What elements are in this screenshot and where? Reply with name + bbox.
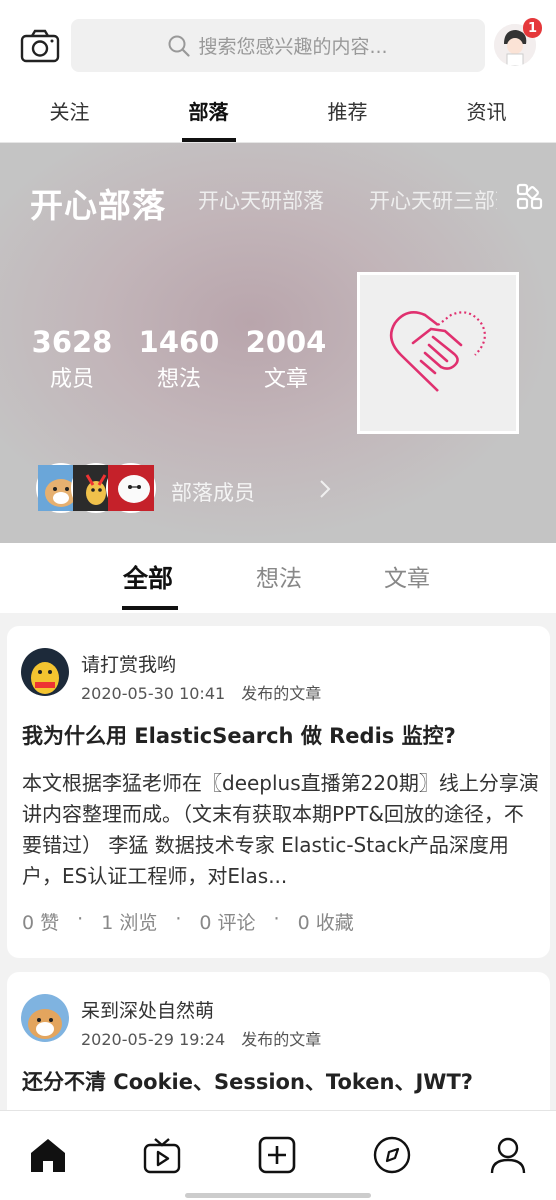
- camera-icon[interactable]: [20, 28, 60, 64]
- video-icon[interactable]: [142, 1135, 182, 1175]
- stat-value: 1460: [138, 325, 220, 359]
- content-filter-tabs: 全部 想法 文章: [0, 543, 556, 613]
- search-icon: [168, 35, 191, 57]
- tab-tribe[interactable]: 部落: [139, 90, 278, 142]
- active-tab-indicator: [122, 606, 178, 610]
- home-icon[interactable]: [28, 1135, 68, 1175]
- stat-value: 3628: [31, 325, 113, 359]
- tribe-switch-item[interactable]: 开心天研部落: [198, 185, 324, 215]
- tribe-switch-item[interactable]: 开心天研三部落: [369, 185, 497, 215]
- post-time: 2020-05-29 19:24: [81, 1030, 226, 1049]
- separator-dot: ·: [175, 908, 182, 930]
- main-tabs: 关注 部落 推荐 资讯: [0, 90, 556, 143]
- handshake-heart-icon: [389, 311, 486, 392]
- compass-icon[interactable]: [372, 1135, 412, 1175]
- author-avatar[interactable]: [21, 648, 69, 696]
- top-bar: 搜索您感兴趣的内容... 1: [0, 0, 556, 90]
- author-name[interactable]: 呆到深处自然萌: [81, 996, 214, 1023]
- tribe-members-row[interactable]: 部落成员: [36, 463, 336, 515]
- post-kind: 发布的文章: [241, 684, 322, 703]
- separator-dot: ·: [273, 908, 280, 930]
- tab-articles[interactable]: 文章: [384, 559, 430, 593]
- likes-count[interactable]: 0 赞: [22, 908, 59, 935]
- stat-label: 文章: [263, 367, 308, 392]
- stat-value: 2004: [245, 325, 327, 359]
- bottom-nav: [0, 1110, 556, 1200]
- search-input[interactable]: 搜索您感兴趣的内容...: [71, 19, 485, 72]
- tab-recommend[interactable]: 推荐: [278, 90, 417, 142]
- author-avatar[interactable]: [21, 994, 69, 1042]
- add-icon[interactable]: [257, 1135, 297, 1175]
- home-indicator: [185, 1193, 371, 1198]
- search-placeholder: 搜索您感兴趣的内容...: [198, 36, 388, 58]
- tribe-banner: 开心部落 开心天研部落 开心天研三部落 3628 成员 1460 想法 2004…: [0, 143, 556, 543]
- grid-icon[interactable]: [516, 183, 544, 211]
- stat-label: 成员: [49, 367, 94, 392]
- post-card[interactable]: 呆到深处自然萌 2020-05-29 19:24 发布的文章 还分不清 Cooki…: [7, 972, 550, 1122]
- author-name[interactable]: 请打赏我哟: [81, 650, 176, 677]
- tab-following[interactable]: 关注: [0, 90, 139, 142]
- tribe-logo: [357, 272, 519, 434]
- stat-ideas: 1460 想法: [129, 325, 229, 393]
- tab-all[interactable]: 全部: [123, 559, 173, 595]
- views-count: 1 浏览: [101, 912, 158, 934]
- post-meta: 2020-05-30 10:41 发布的文章: [81, 680, 321, 704]
- members-link-label: 部落成员: [171, 481, 255, 505]
- current-tribe-name[interactable]: 开心部落: [30, 179, 166, 227]
- stat-articles: 2004 文章: [236, 325, 336, 393]
- post-time: 2020-05-30 10:41: [81, 684, 226, 703]
- comments-count[interactable]: 0 评论: [199, 908, 255, 935]
- post-title[interactable]: 我为什么用 ElasticSearch 做 Redis 监控?: [22, 720, 537, 750]
- post-excerpt: 本文根据李猛老师在〖deeplus直播第220期〗线上分享演讲内容整理而成。（文…: [22, 771, 539, 888]
- post-kind: 发布的文章: [241, 1030, 322, 1049]
- tab-news[interactable]: 资讯: [417, 90, 556, 142]
- post-card[interactable]: 请打赏我哟 2020-05-30 10:41 发布的文章 我为什么用 Elasti…: [7, 626, 550, 958]
- post-meta: 2020-05-29 19:24 发布的文章: [81, 1026, 321, 1050]
- tab-ideas[interactable]: 想法: [256, 559, 302, 593]
- stat-label: 想法: [156, 367, 201, 392]
- post-title[interactable]: 还分不清 Cookie、Session、Token、JWT?: [22, 1066, 537, 1096]
- chevron-right-icon: [320, 480, 331, 498]
- separator-dot: ·: [77, 908, 84, 930]
- post-stats: 0 赞 · 1 浏览 · 0 评论 · 0 收藏: [22, 908, 354, 935]
- member-avatar: [106, 463, 156, 513]
- stat-members: 3628 成员: [22, 325, 122, 393]
- notification-badge: 1: [523, 18, 543, 38]
- favorites-count[interactable]: 0 收藏: [298, 908, 354, 935]
- person-icon[interactable]: [488, 1135, 528, 1175]
